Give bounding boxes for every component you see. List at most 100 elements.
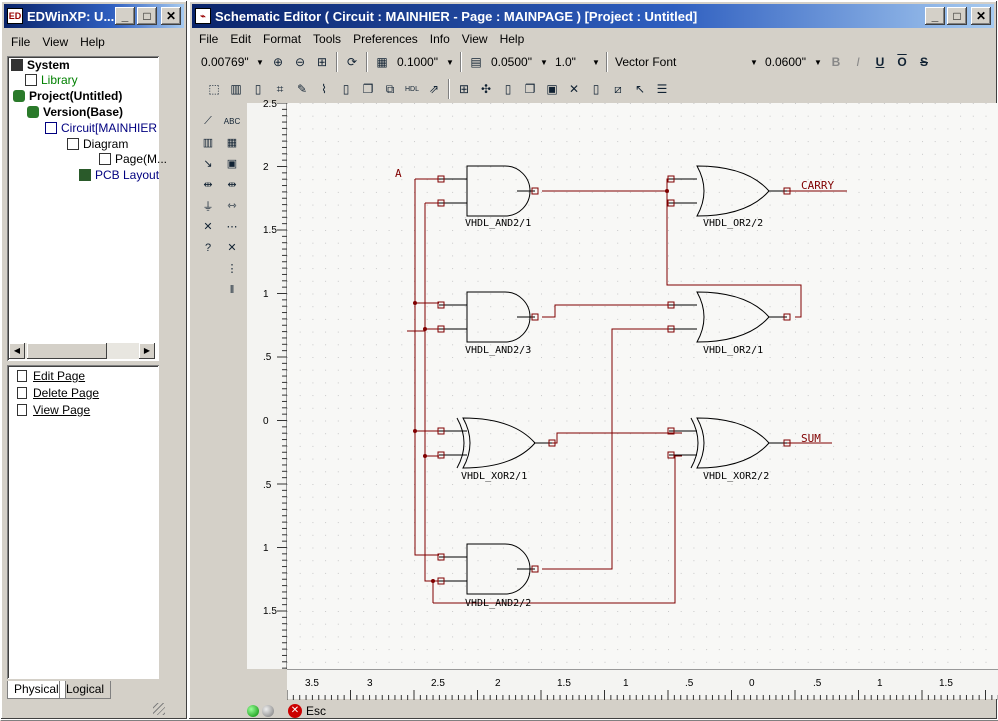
copy-icon[interactable]: ❐	[357, 78, 379, 100]
esc-label[interactable]: Esc	[306, 704, 326, 718]
select-icon[interactable]: ⬚	[203, 78, 225, 100]
gate-label[interactable]: VHDL_OR2/2	[703, 218, 763, 229]
document-icon[interactable]: ▯	[335, 78, 357, 100]
export-icon[interactable]: ⇗	[423, 78, 445, 100]
menu-file[interactable]: File	[5, 35, 36, 49]
hdl-icon[interactable]: HDL	[401, 78, 423, 100]
zoom-fit-icon[interactable]: ⊞	[311, 51, 333, 73]
bold-button[interactable]: B	[825, 51, 847, 73]
table-icon[interactable]: ▦	[221, 132, 243, 153]
menu-editor-edit[interactable]: Edit	[224, 32, 257, 46]
tree-item-system[interactable]: System	[11, 58, 70, 72]
tree-item-circuit[interactable]: Circuit[MAINHIER	[45, 121, 157, 135]
pointer-icon[interactable]: ↖	[629, 78, 651, 100]
menu-view[interactable]: View	[36, 35, 74, 49]
bus-entry-icon[interactable]: ↘	[197, 153, 219, 174]
bars-icon[interactable]: ‖	[221, 279, 243, 300]
net-label-a[interactable]: A	[395, 167, 402, 180]
tab-logical[interactable]: Logical	[59, 681, 112, 699]
snap-icon[interactable]: ▤	[465, 51, 487, 73]
gate-label[interactable]: VHDL_AND2/1	[465, 218, 531, 229]
new-sheet-icon[interactable]: ▯	[247, 78, 269, 100]
strikethrough-button[interactable]: S	[913, 51, 935, 73]
bus-icon[interactable]: ▥	[197, 132, 219, 153]
angle-combo[interactable]: 1.0" ▼	[551, 52, 603, 72]
snap-combo[interactable]: 0.0500" ▼	[487, 52, 551, 72]
menu-help[interactable]: Help	[74, 35, 111, 49]
grid-icon[interactable]: ▦	[371, 51, 393, 73]
port-icon[interactable]: ⇹	[197, 174, 219, 195]
draw-wire-icon[interactable]: ⟋	[197, 111, 219, 132]
menu-editor-tools[interactable]: Tools	[307, 32, 347, 46]
net-label-carry[interactable]: CARRY	[801, 179, 834, 192]
gate-label[interactable]: VHDL_AND2/2	[465, 598, 531, 609]
explorer-titlebar[interactable]: ED EDWinXP: U... _ □ ✕	[4, 4, 184, 28]
delete-page-item[interactable]: Delete Page	[17, 386, 99, 400]
crop-icon[interactable]: ⌗	[269, 78, 291, 100]
junction-icon[interactable]: ✣	[475, 78, 497, 100]
new-doc-icon[interactable]: ▯	[585, 78, 607, 100]
layers-icon[interactable]: ▣	[541, 78, 563, 100]
schematic-canvas[interactable]: A CARRY SUM VHDL_AND2/1 VHDL_OR2/2 VHDL_…	[287, 103, 998, 669]
menu-editor-file[interactable]: File	[193, 32, 224, 46]
menu-editor-preferences[interactable]: Preferences	[347, 32, 424, 46]
scroll-thumb[interactable]	[27, 343, 107, 359]
tab-physical[interactable]: Physical	[7, 681, 66, 699]
tree-item-diagram[interactable]: Diagram	[67, 137, 128, 151]
zoom-in-icon[interactable]: ⊕	[267, 51, 289, 73]
power-icon[interactable]: ⏚	[197, 195, 219, 216]
delete-wire-icon[interactable]: ✕	[563, 78, 585, 100]
scroll-left-icon[interactable]: ◀	[9, 343, 25, 359]
gate-label[interactable]: VHDL_AND2/3	[465, 345, 531, 356]
cross-icon[interactable]: ✕	[221, 237, 243, 258]
align-icon[interactable]: ☰	[651, 78, 673, 100]
editor-minimize-icon[interactable]: _	[925, 7, 945, 25]
image-icon[interactable]: ▣	[221, 153, 243, 174]
schematic-drawing[interactable]	[287, 103, 998, 669]
edit-page-item[interactable]: Edit Page	[17, 369, 85, 383]
menu-editor-format[interactable]: Format	[257, 32, 307, 46]
cut-icon[interactable]: ⧄	[607, 78, 629, 100]
tree-horizontal-scrollbar[interactable]: ◀ ▶	[9, 343, 155, 359]
pages-icon[interactable]: ❐	[519, 78, 541, 100]
maximize-icon[interactable]: □	[137, 7, 157, 25]
minimize-icon[interactable]: _	[115, 7, 135, 25]
gate-label[interactable]: VHDL_XOR2/2	[703, 471, 769, 482]
text-icon[interactable]: ABC	[221, 111, 243, 132]
refresh-icon[interactable]: ⟳	[341, 51, 363, 73]
pin-icon[interactable]: ⇹	[221, 174, 243, 195]
dash-icon[interactable]: ⋯	[221, 216, 243, 237]
editor-maximize-icon[interactable]: □	[947, 7, 967, 25]
overline-button[interactable]: O	[891, 51, 913, 73]
scroll-right-icon[interactable]: ▶	[139, 343, 155, 359]
net-label-sum[interactable]: SUM	[801, 432, 821, 445]
resize-grip-icon[interactable]	[153, 703, 165, 715]
no-connect-icon[interactable]: ✕	[197, 216, 219, 237]
font-combo[interactable]: Vector Font ▼	[611, 52, 761, 72]
page-icon-btn[interactable]: ▯	[497, 78, 519, 100]
editor-close-icon[interactable]: ✕	[971, 7, 991, 25]
tree-item-project[interactable]: Project(Untitled)	[13, 89, 122, 103]
mirror-icon[interactable]: ⇿	[221, 195, 243, 216]
underline-button[interactable]: U	[869, 51, 891, 73]
menu-editor-info[interactable]: Info	[424, 32, 456, 46]
grid-combo[interactable]: 0.1000" ▼	[393, 52, 457, 72]
move-icon[interactable]: ⧉	[379, 78, 401, 100]
zoom-combo[interactable]: 0.00769" ▼	[197, 52, 267, 72]
view-page-item[interactable]: View Page	[17, 403, 90, 417]
font-size-combo[interactable]: 0.0600" ▼	[761, 52, 825, 72]
tree-item-pcb-layout[interactable]: PCB Layout	[79, 168, 159, 182]
tree-item-library[interactable]: Library	[25, 73, 78, 87]
help-icon[interactable]: ?	[197, 237, 219, 258]
edit-component-icon[interactable]: ✎	[291, 78, 313, 100]
stack-icon[interactable]: ⋮	[221, 258, 243, 279]
esc-icon[interactable]: ✕	[288, 704, 302, 718]
editor-titlebar[interactable]: ⌁ Schematic Editor ( Circuit : MAINHIER …	[192, 4, 994, 28]
tree-item-version[interactable]: Version(Base)	[27, 105, 123, 119]
menu-editor-help[interactable]: Help	[494, 32, 531, 46]
zoom-out-icon[interactable]: ⊖	[289, 51, 311, 73]
italic-button[interactable]: I	[847, 51, 869, 73]
menu-editor-view[interactable]: View	[456, 32, 494, 46]
add-icon[interactable]: ⊞	[453, 78, 475, 100]
gate-label[interactable]: VHDL_XOR2/1	[461, 471, 527, 482]
